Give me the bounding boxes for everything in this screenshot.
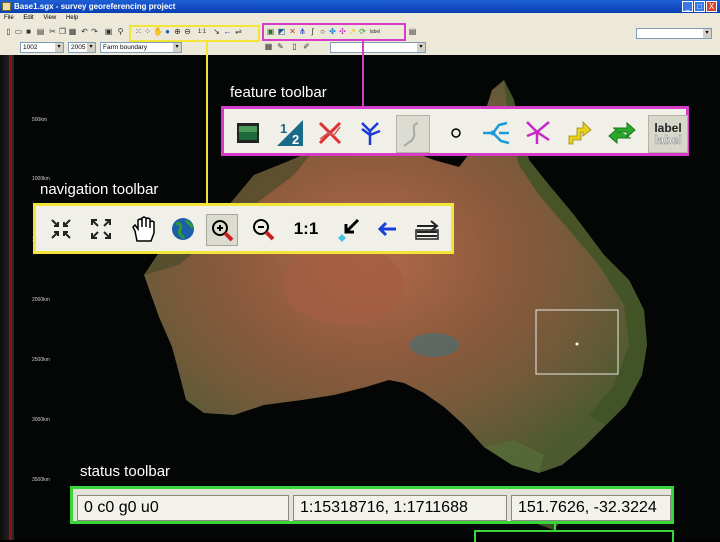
scale-label-3500: 3500km [32, 477, 50, 483]
status-bar-highlight [474, 530, 674, 542]
undo-icon[interactable]: ↶ [80, 27, 89, 37]
navigation-toolbar-enlarged: 1:1 [33, 203, 454, 254]
feature-toolbar-highlight [262, 23, 406, 41]
zoom-extents-icon[interactable] [46, 214, 76, 244]
copy-icon[interactable]: ❐ [58, 27, 67, 37]
save-icon[interactable]: ■ [24, 27, 33, 37]
delete-feature-icon[interactable] [314, 115, 346, 151]
pink-network-icon[interactable] [522, 115, 554, 151]
title-bar: Base1.sgx - survey georeferencing projec… [0, 0, 720, 13]
print-icon[interactable]: ▣ [104, 27, 113, 37]
image-layer-icon[interactable] [232, 115, 264, 151]
combo-2005-value: 2005 [71, 44, 86, 51]
scale-label-3000: 3000km [32, 417, 50, 423]
zoom-in-icon[interactable] [206, 214, 238, 246]
layer-edit-icon[interactable]: ▯ [290, 42, 299, 52]
zoom-out-icon[interactable] [248, 214, 278, 244]
feature-connector [362, 41, 364, 107]
minimize-button[interactable]: _ [682, 1, 693, 12]
status-cell-coordinates: 151.7626, -32.3224 [511, 495, 671, 521]
layer-brush-icon[interactable]: ✐ [302, 42, 311, 52]
scale-half-icon[interactable]: 12 [274, 115, 306, 151]
window-title: Base1.sgx - survey georeferencing projec… [14, 2, 176, 11]
right-combo[interactable]: ▾ [636, 28, 712, 39]
combo-layer[interactable]: Farm boundary ▾ [100, 42, 182, 53]
network-icon[interactable] [480, 115, 512, 151]
menu-view[interactable]: View [43, 15, 56, 21]
tool-icon[interactable]: ⚲ [116, 27, 125, 37]
lake-eyre [409, 333, 459, 357]
app-icon [2, 2, 11, 11]
combo-1002-value: 1002 [23, 44, 38, 51]
red-accent-line [9, 55, 12, 540]
svg-text:2: 2 [292, 132, 299, 147]
scale-label-2500: 2500km [32, 357, 50, 363]
status-toolbar-label: status toolbar [80, 463, 171, 480]
label-text-ghost: label [654, 133, 682, 147]
maximize-button[interactable]: □ [694, 1, 705, 12]
menu-edit[interactable]: Edit [23, 15, 33, 21]
layer-toolbar: 1002 ▾ 2005 ▾ Farm boundary ▾ ▦ ✎ ▯ ✐ ▾ [0, 41, 720, 55]
back-arrow-icon[interactable] [372, 214, 402, 244]
menu-help[interactable]: Help [66, 15, 78, 21]
left-slide-strip [0, 55, 14, 540]
properties-icon[interactable]: ▤ [36, 27, 45, 37]
new-file-icon[interactable]: ▯ [4, 27, 13, 37]
feature-toolbar-label: feature toolbar [230, 84, 327, 101]
menu-file[interactable]: File [4, 15, 14, 21]
layer-pen-icon[interactable]: ✎ [276, 42, 285, 52]
go-to-point-icon[interactable] [334, 214, 364, 244]
status-cell-counts: 0 c0 g0 u0 [77, 495, 289, 521]
location-marker [575, 342, 579, 346]
svg-text:1: 1 [280, 121, 287, 136]
status-toolbar-enlarged: 0 c0 g0 u0 1:15318716, 1:1711688 151.762… [70, 486, 674, 524]
cut-icon[interactable]: ✂ [48, 27, 57, 37]
pan-hand-icon[interactable] [128, 214, 158, 244]
paste-icon[interactable]: ▦ [68, 27, 77, 37]
navigation-connector [206, 42, 208, 204]
combo-2005[interactable]: 2005 ▾ [68, 42, 96, 53]
combo-right[interactable]: ▾ [330, 42, 426, 53]
refresh-redraw-icon[interactable] [412, 214, 442, 244]
green-refresh-icon[interactable] [606, 115, 638, 151]
navigation-toolbar-highlight [129, 25, 260, 42]
redo-icon[interactable]: ↷ [90, 27, 99, 37]
scale-label-500: 500km [32, 117, 48, 123]
feature-toolbar-enlarged: 12 label label [221, 106, 689, 156]
circle-point-icon[interactable] [440, 115, 472, 151]
central-desert [284, 245, 404, 325]
globe-icon[interactable] [168, 214, 198, 244]
combo-1002[interactable]: 1002 ▾ [20, 42, 64, 53]
scale-label-2000: 2000km [32, 297, 50, 303]
close-button[interactable]: X [706, 1, 717, 12]
combo-layer-value: Farm boundary [103, 44, 148, 51]
branch-tree-icon[interactable] [354, 115, 386, 151]
layers-icon[interactable]: ▤ [408, 27, 417, 37]
select-feature-icon[interactable] [396, 115, 430, 153]
navigation-toolbar-label: navigation toolbar [40, 181, 159, 198]
one-to-one-icon[interactable]: 1:1 [288, 214, 324, 244]
open-folder-icon[interactable]: ▭ [14, 27, 23, 37]
yellow-arrow-icon[interactable] [564, 115, 596, 151]
layer-table-icon[interactable]: ▦ [264, 42, 273, 52]
label-icon[interactable]: label label [648, 115, 688, 153]
status-cell-scale: 1:15318716, 1:1711688 [293, 495, 507, 521]
zoom-to-window-icon[interactable] [86, 214, 116, 244]
